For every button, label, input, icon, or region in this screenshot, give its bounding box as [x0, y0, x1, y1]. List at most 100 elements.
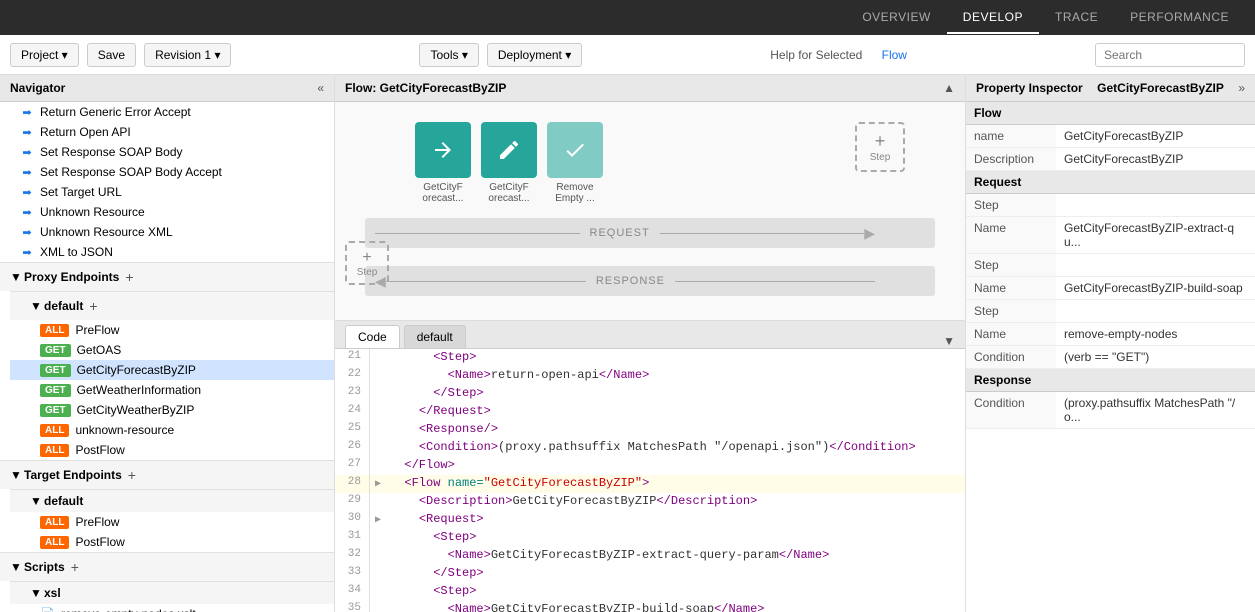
flow-getcityweather[interactable]: GET GetCityWeatherByZIP: [10, 400, 334, 420]
sidebar-item-set-target-url[interactable]: ➡ Set Target URL: [0, 182, 334, 202]
flow-getcityforecast[interactable]: GET GetCityForecastByZIP: [10, 360, 334, 380]
flow-step-1[interactable]: GetCityForecast...: [481, 122, 537, 204]
tools-button[interactable]: Tools ▾: [419, 43, 478, 67]
code-line: 32 <Name>GetCityForecastByZIP-extract-qu…: [335, 547, 965, 565]
code-line: 30 ▶ <Request>: [335, 511, 965, 529]
property-key: Step: [966, 254, 1056, 277]
script-label: remove-empty-nodes.xslt: [61, 607, 196, 612]
flow-step-2[interactable]: RemoveEmpty ...: [547, 122, 603, 204]
scripts-label: Scripts: [24, 560, 65, 574]
arrow-icon: ➡: [20, 105, 34, 119]
flow-unknown[interactable]: ALL unknown-resource: [10, 420, 334, 440]
flow-getweather[interactable]: GET GetWeatherInformation: [10, 380, 334, 400]
tab-overview[interactable]: OVERVIEW: [846, 2, 946, 34]
expand-icon: ▼: [10, 560, 20, 574]
table-row: Condition (verb == "GET"): [966, 346, 1255, 369]
help-text: Help for Selected: [770, 48, 862, 62]
flow-label: GetWeatherInformation: [77, 383, 202, 397]
code-panel-collapse-button[interactable]: ▼: [943, 334, 955, 348]
property-inspector-flow-name: GetCityForecastByZIP: [1097, 81, 1224, 95]
badge-all: ALL: [40, 424, 69, 437]
revision-button[interactable]: Revision 1 ▾: [144, 43, 231, 67]
sidebar-item-unknown-resource[interactable]: ➡ Unknown Resource: [0, 202, 334, 222]
flow-label: unknown-resource: [75, 423, 174, 437]
tab-default[interactable]: default: [404, 325, 466, 348]
tab-develop[interactable]: DEVELOP: [947, 2, 1039, 34]
property-value: (proxy.pathsuffix MatchesPath "/o...: [1056, 392, 1255, 429]
tab-code[interactable]: Code: [345, 325, 400, 348]
property-value: (verb == "GET"): [1056, 346, 1255, 369]
proxy-default-header[interactable]: ▼ default +: [10, 291, 334, 320]
sidebar-item-unknown-resource-xml[interactable]: ➡ Unknown Resource XML: [0, 222, 334, 242]
top-nav-bar: OVERVIEW DEVELOP TRACE PERFORMANCE: [0, 0, 1255, 35]
xsl-header[interactable]: ▼ xsl: [10, 581, 334, 604]
script-icon: 📄: [40, 607, 55, 612]
flow-label: GetCityForecastByZIP: [77, 363, 196, 377]
flow-label: GetCityWeatherByZIP: [77, 403, 195, 417]
proxy-endpoints-section[interactable]: ▼ Proxy Endpoints +: [0, 262, 334, 291]
sidebar-item-label: Unknown Resource: [40, 205, 145, 219]
arrow-icon: ➡: [20, 205, 34, 219]
project-button[interactable]: Project ▾: [10, 43, 79, 67]
sidebar-item-set-response-soap[interactable]: ➡ Set Response SOAP Body: [0, 142, 334, 162]
code-line: 35 <Name>GetCityForecastByZIP-build-soap…: [335, 601, 965, 612]
sidebar-item-label: Set Response SOAP Body Accept: [40, 165, 222, 179]
flow-label: GetOAS: [77, 343, 122, 357]
badge-all: ALL: [40, 536, 69, 549]
add-left-step-button[interactable]: + Step: [345, 241, 389, 285]
xsl-label: xsl: [44, 586, 61, 600]
tab-trace[interactable]: TRACE: [1039, 2, 1114, 34]
property-key: Condition: [966, 346, 1056, 369]
add-default-flow-button[interactable]: +: [87, 296, 99, 316]
table-row: Name GetCityForecastByZIP-extract-qu...: [966, 217, 1255, 254]
sidebar-item-xml-to-json[interactable]: ➡ XML to JSON: [0, 242, 334, 262]
flow-getoas[interactable]: GET GetOAS: [10, 340, 334, 360]
flow-step-0[interactable]: GetCityForecast...: [415, 122, 471, 204]
arrow-icon: ➡: [20, 145, 34, 159]
flow-step-box: [547, 122, 603, 178]
code-line: 26 <Condition>(proxy.pathsuffix MatchesP…: [335, 439, 965, 457]
xsl-section: ▼ xsl 📄 remove-empty-nodes.xslt 📄 remove…: [0, 581, 334, 612]
target-default-header[interactable]: ▼ default: [10, 489, 334, 512]
add-target-endpoint-button[interactable]: +: [126, 465, 138, 485]
flow-label: PreFlow: [75, 515, 119, 529]
step-label: Step: [357, 267, 378, 278]
script-remove-empty[interactable]: 📄 remove-empty-nodes.xslt: [10, 604, 334, 612]
flow-postflow[interactable]: ALL PostFlow: [10, 440, 334, 460]
badge-all: ALL: [40, 516, 69, 529]
target-postflow[interactable]: ALL PostFlow: [10, 532, 334, 552]
arrow-icon: ➡: [20, 225, 34, 239]
add-step-button[interactable]: + Step: [855, 122, 905, 172]
deployment-button[interactable]: Deployment ▾: [487, 43, 582, 67]
help-link[interactable]: Flow: [882, 48, 907, 62]
target-preflow[interactable]: ALL PreFlow: [10, 512, 334, 532]
sidebar-item-label: Set Response SOAP Body: [40, 145, 183, 159]
property-inspector: Property Inspector GetCityForecastByZIP …: [965, 75, 1255, 612]
expand-icon: ▼: [10, 270, 20, 284]
property-inspector-collapse[interactable]: »: [1238, 81, 1245, 95]
table-row: Condition (proxy.pathsuffix MatchesPath …: [966, 392, 1255, 429]
property-key: Step: [966, 300, 1056, 323]
tab-performance[interactable]: PERFORMANCE: [1114, 2, 1245, 34]
flow-preflow[interactable]: ALL PreFlow: [10, 320, 334, 340]
sidebar-item-set-response-soap-accept[interactable]: ➡ Set Response SOAP Body Accept: [0, 162, 334, 182]
flow-step-box: [481, 122, 537, 178]
badge-get: GET: [40, 344, 71, 357]
center-panel: Flow: GetCityForecastByZIP ▲ GetCityFore…: [335, 75, 965, 612]
property-value: [1056, 300, 1255, 323]
target-endpoints-section[interactable]: ▼ Target Endpoints +: [0, 460, 334, 489]
save-button[interactable]: Save: [87, 43, 136, 67]
arrow-icon: ➡: [20, 165, 34, 179]
search-input[interactable]: [1095, 43, 1245, 67]
code-line: 31 <Step>: [335, 529, 965, 547]
add-script-button[interactable]: +: [69, 557, 81, 577]
scripts-section[interactable]: ▼ Scripts +: [0, 552, 334, 581]
code-line: 34 <Step>: [335, 583, 965, 601]
sidebar-item-return-generic[interactable]: ➡ Return Generic Error Accept: [0, 102, 334, 122]
add-proxy-endpoint-button[interactable]: +: [123, 267, 135, 287]
flow-collapse-button[interactable]: ▲: [943, 81, 955, 95]
property-key: Description: [966, 148, 1056, 171]
sidebar-item-return-open-api[interactable]: ➡ Return Open API: [0, 122, 334, 142]
sidebar-collapse-button[interactable]: «: [317, 81, 324, 95]
code-line: 24 </Request>: [335, 403, 965, 421]
